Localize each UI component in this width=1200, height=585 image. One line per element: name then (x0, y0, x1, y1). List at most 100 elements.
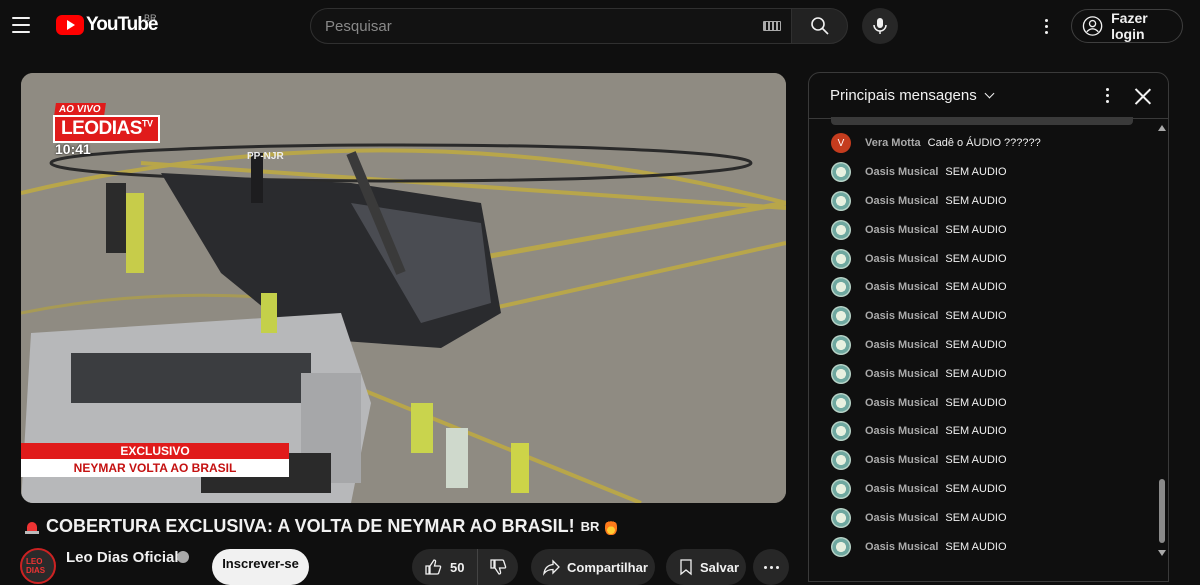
chat-message: Oasis Musical SEM AUDIO (809, 532, 1157, 561)
chat-text: SEM AUDIO (945, 454, 1007, 467)
chat-author[interactable]: Oasis Musical (865, 454, 938, 466)
like-dislike-group: 50 (412, 549, 518, 585)
search-input[interactable] (311, 17, 763, 35)
chat-author[interactable]: Oasis Musical (865, 224, 938, 236)
chat-message: V Vera Motta Cadê o ÁUDIO ?????? (809, 129, 1157, 158)
chat-avatar[interactable] (831, 507, 851, 528)
chat-scrollbar[interactable] (1156, 123, 1168, 563)
chat-avatar[interactable]: V (831, 133, 851, 154)
chat-avatar[interactable] (831, 536, 851, 557)
share-label: Compartilhar (567, 559, 648, 575)
dislike-button[interactable] (478, 549, 518, 585)
chat-author[interactable]: Oasis Musical (865, 253, 938, 265)
menu-icon[interactable] (12, 10, 38, 40)
scroll-thumb[interactable] (1159, 479, 1165, 543)
microphone-icon (873, 18, 887, 34)
chat-avatar[interactable] (831, 392, 851, 413)
voice-search-button[interactable] (862, 8, 898, 44)
close-icon[interactable] (1132, 85, 1154, 107)
chat-avatar[interactable] (831, 450, 851, 471)
chat-message: Oasis Musical SEM AUDIO (809, 475, 1157, 504)
chat-author[interactable]: Oasis Musical (865, 195, 938, 207)
search-button[interactable] (791, 8, 848, 44)
chat-author[interactable]: Oasis Musical (865, 483, 938, 495)
share-icon (543, 559, 560, 576)
like-button[interactable]: 50 (412, 549, 478, 585)
channel-name[interactable]: Leo Dias Oficial (66, 549, 179, 566)
chat-avatar[interactable] (831, 363, 851, 384)
chat-author[interactable]: Oasis Musical (865, 166, 938, 178)
scroll-down-arrow-icon[interactable] (1158, 550, 1166, 556)
chat-message: Oasis Musical SEM AUDIO (809, 446, 1157, 475)
scroll-up-arrow-icon[interactable] (1158, 125, 1166, 131)
chat-avatar[interactable] (831, 306, 851, 327)
chat-message: Oasis Musical SEM AUDIO (809, 215, 1157, 244)
chat-text: SEM AUDIO (945, 511, 1007, 524)
keyboard-icon[interactable] (763, 21, 781, 31)
channel-overlay-logo: LEODIASTV (53, 115, 161, 143)
video-title-text: COBERTURA EXCLUSIVA: A VOLTA DE NEYMAR A… (46, 516, 575, 536)
chat-message: Oasis Musical SEM AUDIO (809, 302, 1157, 331)
lower-third-bottom: NEYMAR VOLTA AO BRASIL (21, 459, 289, 477)
play-logo-icon (56, 15, 84, 35)
chat-author[interactable]: Oasis Musical (865, 425, 938, 437)
chat-text: SEM AUDIO (945, 482, 1007, 495)
subscribe-button[interactable]: Inscrever-se (212, 549, 309, 585)
share-button[interactable]: Compartilhar (531, 549, 655, 585)
live-chat-panel: Principais mensagens V Vera Motta Cadê o Á… (808, 72, 1169, 582)
chat-author[interactable]: Oasis Musical (865, 339, 938, 351)
brand-suffix: TV (141, 118, 153, 129)
chat-message-list: V Vera Motta Cadê o ÁUDIO ?????? Oasis Musi… (809, 129, 1157, 561)
chat-header: Principais mensagens (809, 73, 1168, 119)
chat-avatar[interactable] (831, 190, 851, 211)
channel-row: LEO DIAS Leo Dias Oficial Inscrever-se 5… (20, 546, 800, 585)
save-label: Salvar (700, 559, 740, 575)
chat-text: SEM AUDIO (945, 367, 1007, 380)
chat-avatar[interactable] (831, 478, 851, 499)
chat-message: Oasis Musical SEM AUDIO (809, 388, 1157, 417)
chat-author[interactable]: Oasis Musical (865, 281, 938, 293)
fire-icon (605, 518, 618, 535)
chat-message: Oasis Musical SEM AUDIO (809, 417, 1157, 446)
more-actions-button[interactable] (753, 549, 789, 585)
lower-third-top: EXCLUSIVO (21, 443, 289, 459)
account-icon (1082, 16, 1103, 36)
chat-message: Oasis Musical SEM AUDIO (809, 273, 1157, 302)
chat-text: SEM AUDIO (945, 223, 1007, 236)
chat-text: SEM AUDIO (945, 194, 1007, 207)
chat-message: Oasis Musical SEM AUDIO (809, 331, 1157, 360)
chat-author[interactable]: Oasis Musical (865, 512, 938, 524)
chat-author[interactable]: Oasis Musical (865, 368, 938, 380)
chat-ticker-bar (831, 117, 1133, 125)
chat-author[interactable]: Oasis Musical (865, 310, 938, 322)
chat-text: Cadê o ÁUDIO ?????? (927, 137, 1041, 150)
settings-menu-button[interactable] (1034, 14, 1058, 38)
title-tag: BR (580, 519, 600, 534)
chat-text: SEM AUDIO (945, 540, 1007, 553)
chat-author[interactable]: Oasis Musical (865, 541, 938, 553)
chat-author[interactable]: Vera Motta (865, 137, 921, 149)
video-player[interactable]: AO VIVO LEODIASTV 10:41 PP-NJR EXCLUSIVO… (21, 73, 786, 503)
chat-options-button[interactable] (1098, 84, 1116, 106)
chat-text: SEM AUDIO (945, 396, 1007, 409)
chat-mode-dropdown[interactable]: Principais mensagens (830, 87, 995, 104)
chat-message: Oasis Musical SEM AUDIO (809, 158, 1157, 187)
login-button[interactable]: Fazer login (1071, 9, 1183, 43)
video-title: COBERTURA EXCLUSIVA: A VOLTA DE NEYMAR A… (24, 516, 618, 537)
youtube-logo[interactable]: YouTube BR (56, 13, 158, 36)
login-label: Fazer login (1111, 10, 1148, 42)
chat-text: SEM AUDIO (945, 166, 1007, 179)
chat-avatar[interactable] (831, 248, 851, 269)
chat-avatar[interactable] (831, 162, 851, 183)
chat-avatar[interactable] (831, 277, 851, 298)
thumbs-down-icon (490, 559, 507, 575)
chat-avatar[interactable] (831, 334, 851, 355)
chat-avatar[interactable] (831, 421, 851, 442)
chat-author[interactable]: Oasis Musical (865, 397, 938, 409)
chat-avatar[interactable] (831, 219, 851, 240)
chat-message: Oasis Musical SEM AUDIO (809, 359, 1157, 388)
channel-avatar[interactable]: LEO DIAS (20, 548, 56, 584)
chat-text: SEM AUDIO (945, 425, 1007, 438)
save-button[interactable]: Salvar (666, 549, 746, 585)
search-box (310, 8, 792, 44)
